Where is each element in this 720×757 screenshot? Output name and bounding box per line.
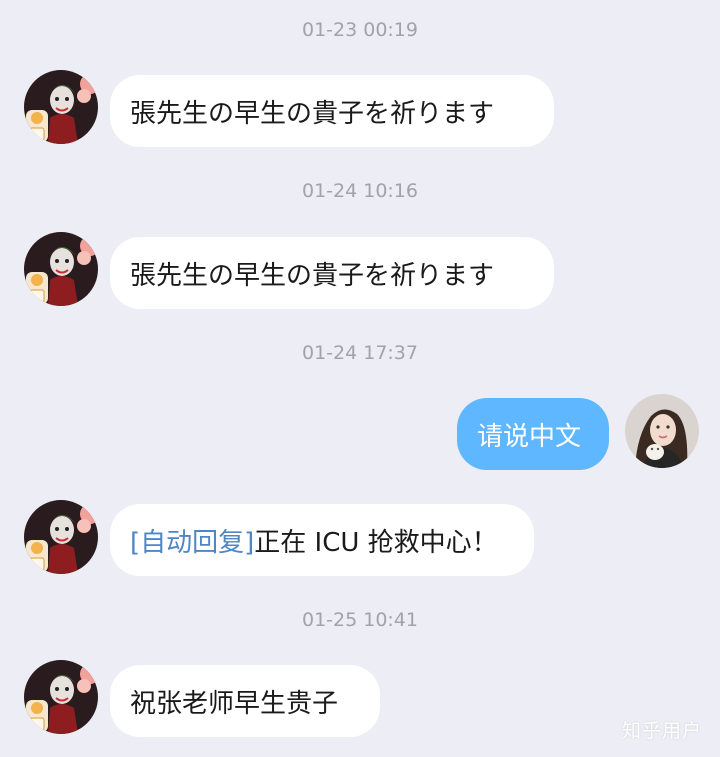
message-bubble[interactable]: 祝张老师早生贵子: [110, 665, 380, 737]
contact-avatar[interactable]: [24, 660, 98, 734]
message-bubble[interactable]: 張先生の早生の貴子を祈ります: [110, 75, 554, 147]
contact-avatar[interactable]: [24, 70, 98, 144]
watermark: 知乎用户: [621, 720, 702, 742]
message-text: 張先生の早生の貴子を祈ります: [130, 260, 495, 291]
message-text: 張先生の早生の貴子を祈ります: [130, 98, 495, 129]
timestamp: 01-23 00:19: [301, 19, 418, 41]
message-bubble[interactable]: [自动回复] 正在 ICU 抢救中心！: [110, 504, 534, 576]
timestamp: 01-24 17:37: [301, 342, 418, 364]
message-bubble[interactable]: 请说中文: [457, 398, 609, 470]
auto-reply-tag: [自动回复]: [130, 527, 255, 558]
my-avatar[interactable]: [625, 394, 699, 468]
timestamp: 01-25 10:41: [301, 609, 418, 631]
contact-avatar[interactable]: [24, 232, 98, 306]
contact-avatar[interactable]: [24, 500, 98, 574]
message-bubble[interactable]: 張先生の早生の貴子を祈ります: [110, 237, 554, 309]
message-text: 祝张老师早生贵子: [130, 688, 339, 719]
message-text: 正在 ICU 抢救中心！: [254, 527, 498, 558]
timestamp: 01-24 10:16: [301, 180, 418, 202]
message-text: 请说中文: [477, 421, 582, 452]
